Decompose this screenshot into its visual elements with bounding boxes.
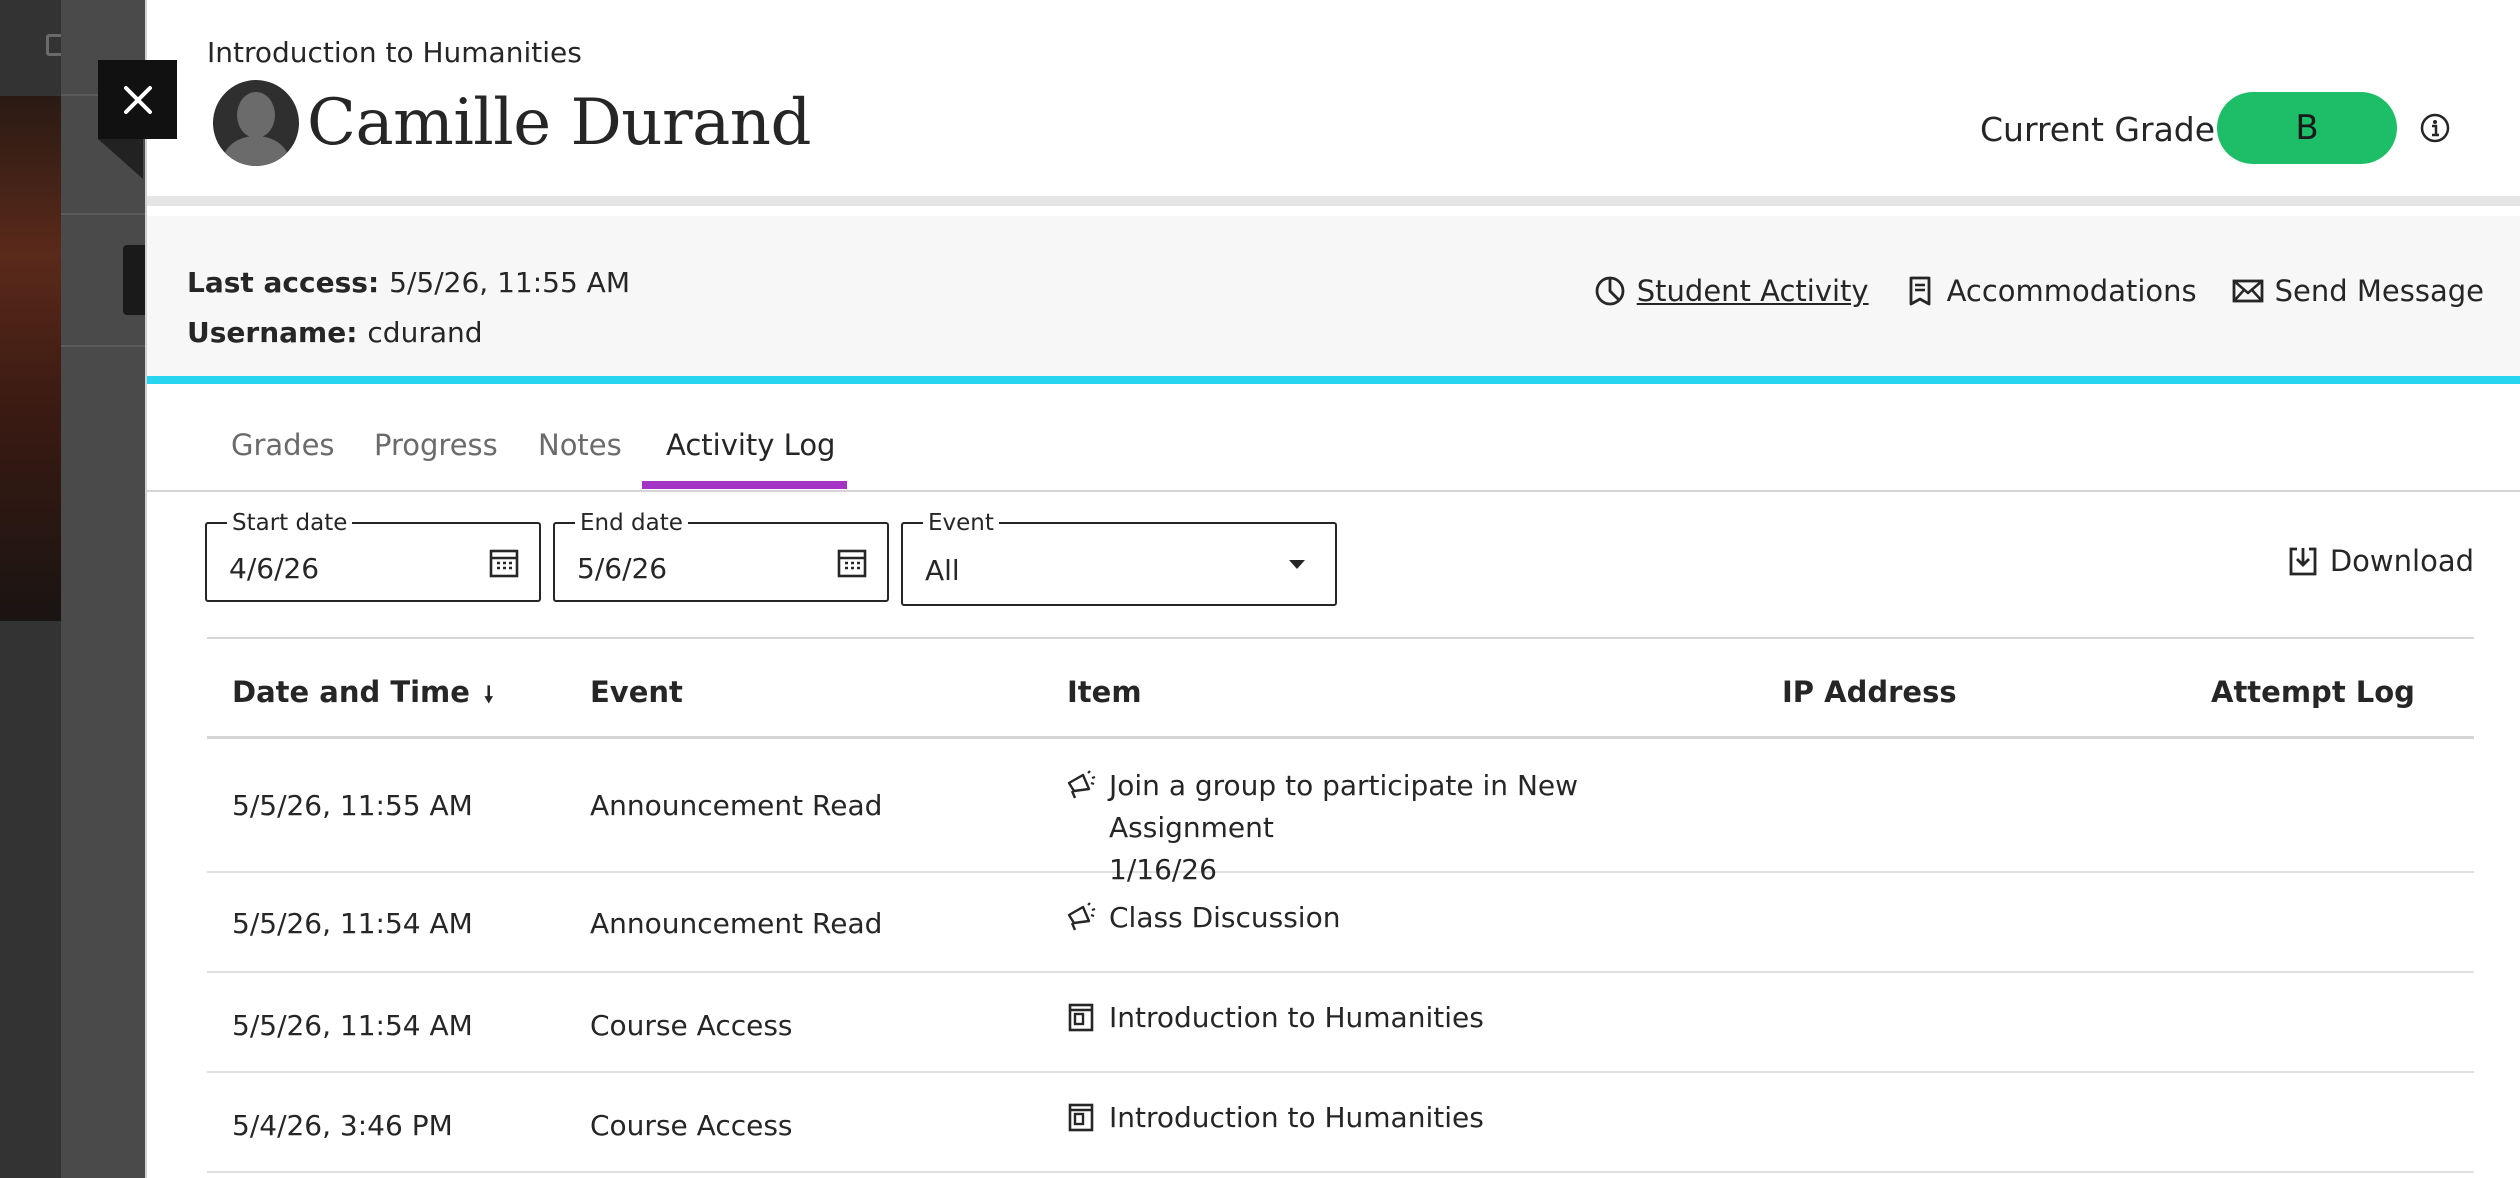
tab-progress[interactable]: Progress [374,428,498,462]
last-access-label: Last access: [187,266,380,299]
last-access-value: 5/5/26, 11:55 AM [389,266,630,299]
close-icon [123,85,152,114]
current-grade-pill[interactable]: B [2217,92,2397,164]
student-name: Camille Durand [307,86,811,160]
end-date-value: 5/6/26 [577,552,668,585]
row-item-title: Introduction to Humanities [1109,1101,1484,1134]
close-tab-fold [98,139,143,179]
column-header-date[interactable]: Date and Time 🠗 [232,675,493,716]
filter-bar: Start date 4/6/26 End date 5/6/26 Event … [147,492,2520,632]
megaphone-icon [1067,902,1096,931]
row-item-title: Class Discussion [1109,901,1341,934]
envelope-icon [2232,279,2264,303]
pie-chart-icon [1595,276,1625,306]
current-grade-label: Current Grade [1980,110,2216,149]
calendar-icon[interactable] [835,546,869,580]
course-icon [1068,1003,1094,1032]
start-date-field[interactable]: Start date 4/6/26 [205,510,541,602]
student-info-band: Last access: 5/5/26, 11:55 AM Username: cd… [147,216,2520,384]
course-name: Introduction to Humanities [207,36,582,69]
start-date-label: Start date [227,510,353,536]
send-message-label: Send Message [2274,274,2484,308]
row-date: 5/5/26, 11:54 AM [232,1009,473,1042]
column-header-attempt-log: Attempt Log [2211,675,2415,709]
avatar [213,80,299,166]
row-event: Course Access [590,1009,793,1042]
row-item[interactable]: Class Discussion [1065,897,1745,939]
chevron-down-icon [1289,560,1305,569]
calendar-icon[interactable] [487,546,521,580]
document-icon [1909,276,1930,306]
table-row: 5/4/26, 3:46 PM Course Access Introducti… [207,1073,2474,1173]
row-item-title: Introduction to Humanities [1109,1001,1484,1034]
column-header-item: Item [1067,675,1142,709]
row-event: Announcement Read [590,907,883,940]
activity-log-table: Date and Time 🠗 Event Item IP Address Att… [207,637,2474,1173]
row-date: 5/5/26, 11:54 AM [232,907,473,940]
event-label: Event [923,510,999,536]
row-item-title: Join a group to participate in New Assig… [1109,769,1579,844]
download-icon [2289,547,2317,576]
table-row: 5/5/26, 11:54 AM Announcement Read Class… [207,873,2474,973]
panel-header: Introduction to Humanities Camille Duran… [147,0,2520,206]
row-item[interactable]: Introduction to Humanities [1065,1097,1745,1139]
send-message-link[interactable]: Send Message [2231,274,2484,308]
active-tab-indicator [642,481,847,489]
download-button[interactable]: Download [2286,544,2474,578]
table-header: Date and Time 🠗 Event Item IP Address Att… [207,637,2474,739]
row-event: Course Access [590,1109,793,1142]
tab-notes[interactable]: Notes [538,428,622,462]
student-actions: Student Activity Accommodations Send Mes… [1593,274,2484,308]
last-access-row: Last access: 5/5/26, 11:55 AM [187,266,630,299]
username-row: Username: cdurand [187,316,483,349]
column-header-ip: IP Address [1782,675,1957,709]
student-activity-label: Student Activity [1636,274,1869,308]
row-event: Announcement Read [590,789,883,822]
end-date-label: End date [575,510,688,536]
column-header-event: Event [590,675,683,709]
student-activity-link[interactable]: Student Activity [1593,274,1869,308]
background-image [0,96,61,621]
close-button[interactable] [98,60,177,139]
download-label: Download [2329,544,2474,578]
megaphone-icon [1067,770,1096,799]
event-value: All [925,554,960,587]
arrow-down-icon: 🠗 [483,683,494,708]
table-row: 5/5/26, 11:55 AM Announcement Read Join … [207,739,2474,886]
username-label: Username: [187,316,358,349]
table-row: 5/5/26, 11:54 AM Course Access Introduct… [207,973,2474,1073]
row-item[interactable]: Introduction to Humanities [1065,997,1745,1039]
username-value: cdurand [367,316,483,349]
tab-activity-log[interactable]: Activity Log [666,428,835,462]
event-select[interactable]: Event All [901,510,1337,606]
tab-grades[interactable]: Grades [231,428,335,462]
tab-bar: Grades Progress Notes Activity Log [147,392,2520,492]
row-date: 5/5/26, 11:55 AM [232,789,473,822]
row-date: 5/4/26, 3:46 PM [232,1109,453,1142]
end-date-field[interactable]: End date 5/6/26 [553,510,889,602]
start-date-value: 4/6/26 [229,552,320,585]
info-icon[interactable] [2419,112,2451,144]
course-icon [1068,1103,1094,1132]
student-overview-panel: Introduction to Humanities Camille Duran… [145,0,2520,1178]
accommodations-link[interactable]: Accommodations [1903,274,2197,308]
accommodations-label: Accommodations [1946,274,2197,308]
